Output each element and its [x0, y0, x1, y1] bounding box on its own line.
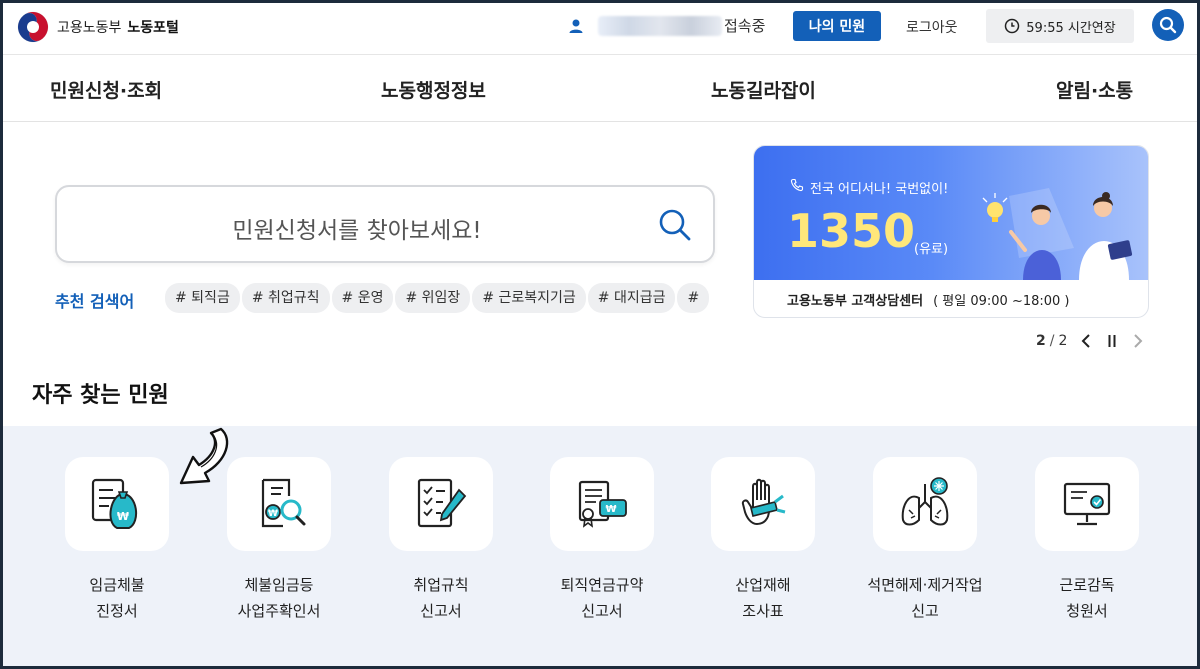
svg-text:₩: ₩ — [605, 504, 616, 515]
search-placeholder: 민원신청서를 찾아보세요! — [232, 218, 482, 244]
clock-icon — [1005, 18, 1020, 34]
document-magnifier-icon: ₩ — [261, 478, 306, 528]
chevron-left-icon[interactable] — [1079, 332, 1093, 350]
top-search-button[interactable] — [1152, 9, 1184, 41]
tile-asbestos-removal[interactable] — [873, 457, 977, 551]
search-input[interactable]: 민원신청서를 찾아보세요! — [55, 185, 715, 263]
tile-label-unpaid-wage-confirmation: 체불임금등 사업주확인서 — [199, 572, 359, 624]
tile-label-wage-arrears: 임금체불 진정서 — [37, 572, 197, 624]
tile-label-line2: 사업주확인서 — [237, 602, 321, 620]
paid-note: (유료) — [914, 242, 949, 257]
tile-retirement-pension[interactable]: ₩ — [550, 457, 654, 551]
tile-label-retirement-pension: 퇴직연금규약 신고서 — [522, 572, 682, 624]
blurred-username — [598, 15, 722, 36]
nav-item-admin-info[interactable]: 노동행정정보 — [381, 76, 486, 103]
tile-label-industrial-accident: 산업재해 조사표 — [683, 572, 843, 624]
ministry-logo[interactable]: 고용노동부 노동포털 — [17, 11, 179, 43]
tile-label-line2: 조사표 — [742, 602, 784, 620]
frequent-section-title: 자주 찾는 민원 — [32, 383, 169, 408]
tile-label-line1: 퇴직연금규약 — [560, 576, 644, 594]
call-center-hours: ( 평일 09:00 ~18:00 ) — [933, 294, 1070, 309]
call-center-number: 1350 — [787, 204, 916, 258]
session-timer-label: 59:55 시간연장 — [1026, 20, 1116, 36]
call-center-banner[interactable]: 전국 어디서나! 국번없이! 1350 (유료) 고용노동부 고객상담센터 ( … — [753, 145, 1149, 318]
tag-operation[interactable]: # 운영 — [331, 283, 394, 313]
tile-label-line2: 신고 — [911, 602, 939, 620]
banner-pager: 2 / 2 — [1036, 332, 1145, 350]
user-icon — [569, 19, 583, 33]
banner-tagline-text: 전국 어디서나! 국번없이! — [810, 182, 949, 197]
tile-label-line1: 임금체불 — [89, 576, 145, 594]
tile-label-line1: 체불임금등 — [244, 576, 314, 594]
taegeuk-logo-icon — [17, 11, 49, 43]
tile-labor-inspection[interactable] — [1035, 457, 1139, 551]
tile-label-line2: 청원서 — [1066, 602, 1108, 620]
pager-current: 2 — [1036, 333, 1046, 349]
chevron-right-icon[interactable] — [1131, 332, 1145, 350]
lungs-icon — [901, 477, 949, 526]
tile-label-employment-rules: 취업규칙 신고서 — [361, 572, 521, 624]
pager-separator: / — [1049, 333, 1055, 349]
tile-label-line1: 석면해제·제거작업 — [867, 576, 983, 594]
wage-arrears-document-icon: ₩ — [91, 478, 138, 529]
tile-label-labor-inspection: 근로감독 청원서 — [1007, 572, 1167, 624]
tag-severance[interactable]: # 퇴직금 — [165, 283, 240, 313]
banner-caption: 고용노동부 고객상담센터 ( 평일 09:00 ~18:00 ) — [754, 280, 1148, 317]
svg-text:₩: ₩ — [117, 510, 129, 523]
tag-welfare-fund[interactable]: # 근로복지기금 — [472, 283, 586, 313]
banner-tagline: 전국 어디서나! 국번없이! — [792, 178, 948, 197]
tile-label-line1: 산업재해 — [735, 576, 791, 594]
tag-employment-rules[interactable]: # 취업규칙 — [241, 283, 330, 313]
banner-image: 전국 어디서나! 국번없이! 1350 (유료) — [754, 146, 1148, 280]
tile-label-line1: 취업규칙 — [413, 576, 469, 594]
logout-link[interactable]: 로그아웃 — [906, 17, 958, 37]
session-extend-button[interactable]: 59:55 시간연장 — [986, 9, 1134, 43]
checklist-pen-icon — [417, 478, 467, 528]
pause-icon[interactable] — [1105, 332, 1119, 350]
tile-unpaid-wage-confirmation[interactable]: ₩ — [227, 457, 331, 551]
tile-industrial-accident[interactable] — [711, 457, 815, 551]
tag-power-of-attorney[interactable]: # 위임장 — [395, 283, 471, 313]
login-status: 접속중 — [724, 17, 766, 35]
tag-substitute-payment[interactable]: # 대지급금 — [587, 283, 676, 313]
pager-total: 2 — [1058, 333, 1068, 349]
tile-label-line2: 신고서 — [420, 602, 462, 620]
tile-employment-rules[interactable] — [389, 457, 493, 551]
tile-label-asbestos-removal: 석면해제·제거작업 신고 — [845, 572, 1005, 624]
tile-label-line2: 신고서 — [581, 602, 623, 620]
injured-hand-icon — [741, 478, 786, 526]
search-icon[interactable] — [657, 207, 693, 243]
recommended-tags: # 퇴직금 # 취업규칙 # 운영 # 위임장 # 근로복지기금 # 대지급금 # — [165, 283, 715, 315]
monitor-check-icon — [1063, 482, 1111, 526]
tile-label-line1: 근로감독 — [1059, 576, 1115, 594]
nav-item-civil-apply[interactable]: 민원신청·조회 — [50, 76, 162, 103]
my-civil-affairs-button[interactable]: 나의 민원 — [793, 11, 881, 41]
top-bar: 고용노동부 노동포털 접속중 나의 민원 로그아웃 59:55 시간연장 — [3, 3, 1197, 55]
nav-item-guide[interactable]: 노동길라잡이 — [711, 76, 816, 103]
counselor-illustration-icon — [982, 188, 1133, 280]
user-status: 접속중 — [568, 15, 765, 36]
search-icon — [1159, 16, 1177, 34]
svg-text:₩: ₩ — [268, 509, 278, 519]
certificate-scroll-icon: ₩ — [578, 480, 627, 528]
recommended-keywords-label: 추천 검색어 — [55, 292, 135, 311]
ministry-name: 고용노동부 — [57, 20, 122, 36]
portal-name: 노동포털 — [127, 20, 179, 36]
tile-wage-arrears[interactable]: ₩ — [65, 457, 169, 551]
call-center-name: 고용노동부 고객상담센터 — [787, 294, 924, 309]
tag-partial[interactable]: # — [677, 283, 710, 313]
main-nav: 민원신청·조회 노동행정정보 노동길라잡이 알림·소통 — [3, 56, 1197, 122]
nav-item-notice[interactable]: 알림·소통 — [1056, 76, 1133, 103]
tile-label-line2: 진정서 — [96, 602, 138, 620]
